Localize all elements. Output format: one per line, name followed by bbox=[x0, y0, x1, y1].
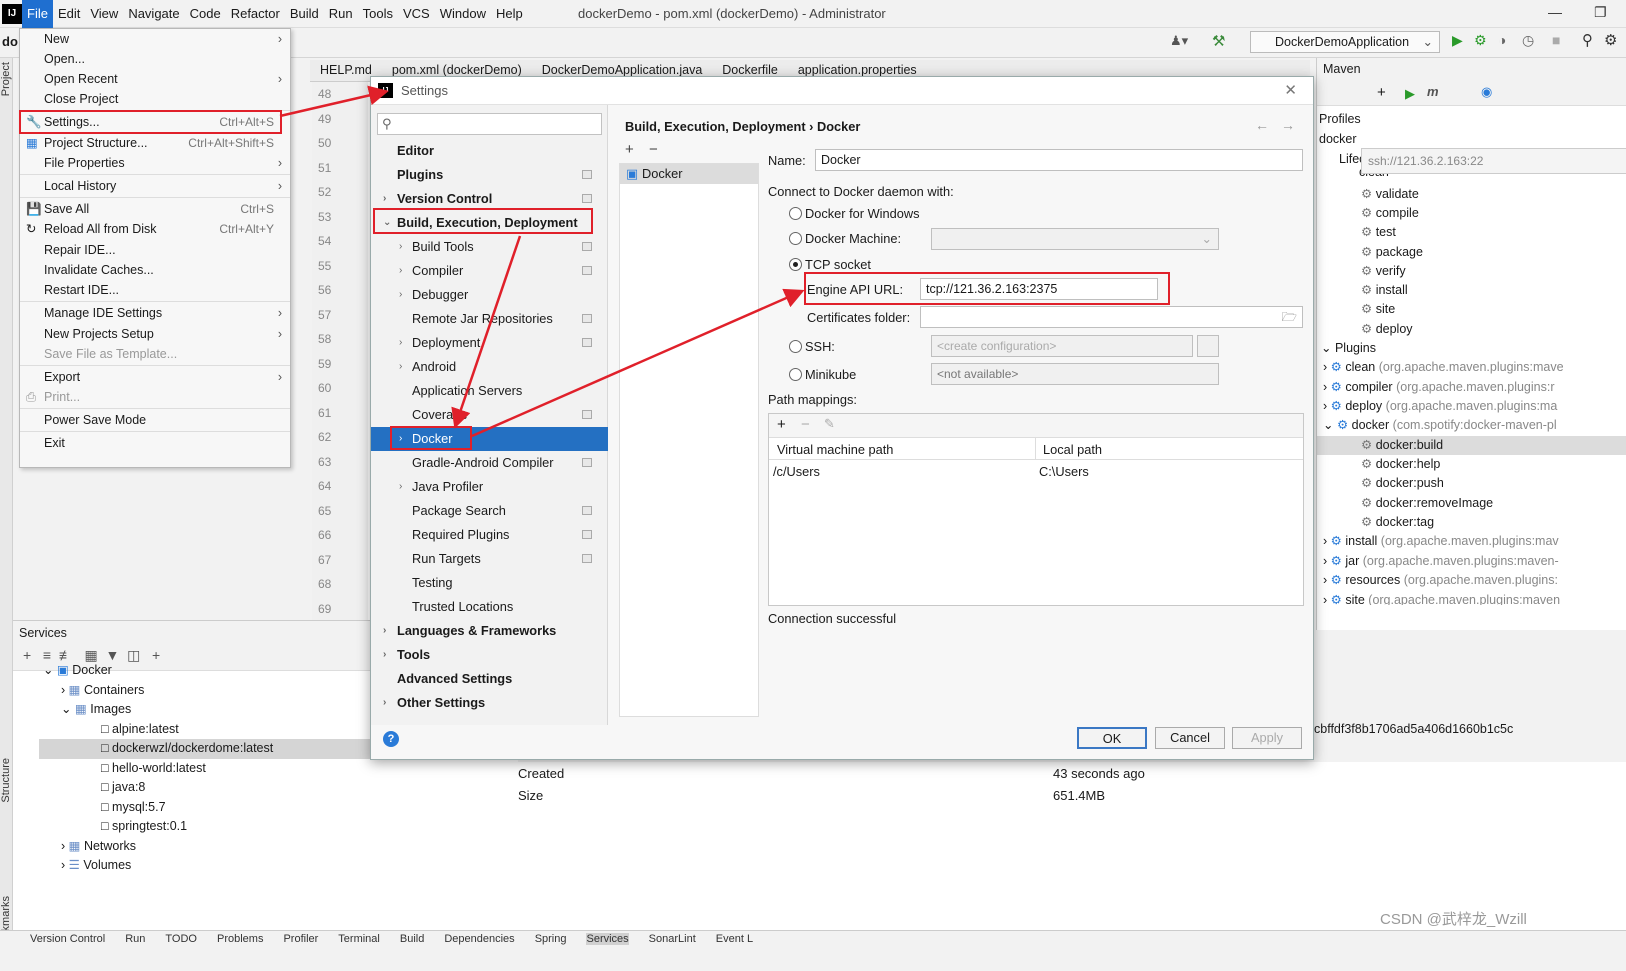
arrow-settings-to-dialog bbox=[279, 85, 389, 118]
annotation-arrows bbox=[279, 85, 805, 438]
arrow-build-to-docker bbox=[451, 235, 522, 429]
arrow-docker-to-url bbox=[471, 288, 805, 438]
